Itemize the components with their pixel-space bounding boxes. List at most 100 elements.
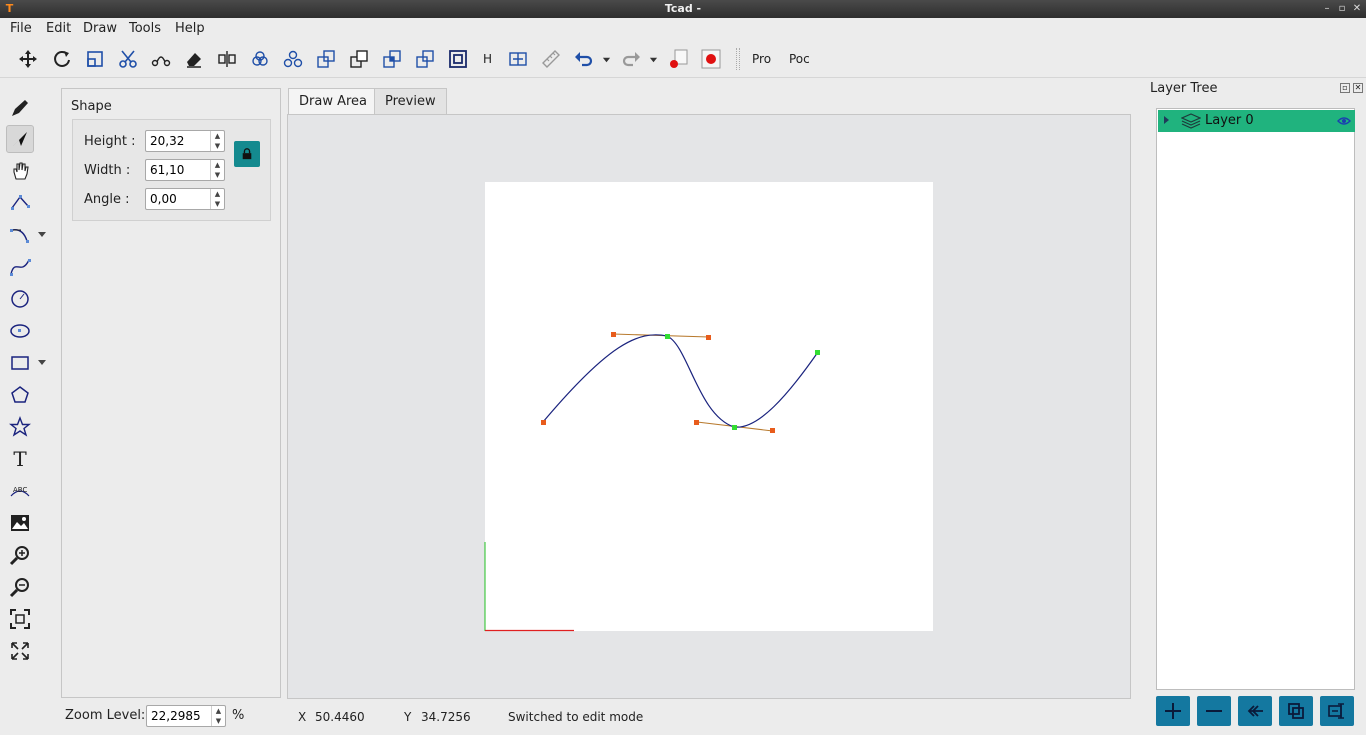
close-icon[interactable]: ✕ — [1351, 3, 1363, 15]
height-input[interactable] — [146, 131, 208, 151]
cut-path-button[interactable] — [115, 46, 141, 72]
offset-button[interactable] — [445, 46, 471, 72]
select-tool[interactable] — [6, 125, 34, 153]
redo-menu-button[interactable] — [645, 46, 661, 72]
zoom-level-input[interactable] — [147, 706, 209, 726]
control-node[interactable] — [706, 335, 711, 340]
undo-button[interactable] — [571, 46, 597, 72]
zoom-level-spinbox[interactable]: ▲▼ — [146, 705, 226, 727]
chevron-down-icon[interactable]: ▼ — [212, 716, 225, 726]
close-panel-icon[interactable]: ✕ — [1353, 83, 1363, 93]
bool-union-button[interactable] — [313, 46, 339, 72]
anchor-node[interactable] — [815, 350, 820, 355]
union-button[interactable] — [247, 46, 273, 72]
remove-layer-button[interactable] — [1197, 696, 1231, 726]
width-stepper[interactable]: ▲ ▼ — [210, 160, 224, 180]
angle-input[interactable] — [146, 189, 208, 209]
float-panel-icon[interactable]: ▫ — [1340, 83, 1350, 93]
menu-edit[interactable]: Edit — [46, 21, 71, 36]
menu-file[interactable]: File — [10, 21, 32, 36]
rectangle-tool[interactable] — [6, 349, 34, 377]
stroke-color-icon — [670, 49, 688, 68]
chevron-down-icon[interactable] — [38, 360, 46, 366]
draw-area-viewport[interactable] — [287, 114, 1131, 699]
zoom-stepper[interactable]: ▲ ▼ — [211, 706, 225, 726]
text-on-path-tool[interactable]: ABC — [6, 477, 34, 505]
undo-menu-button[interactable] — [598, 46, 614, 72]
control-node[interactable] — [770, 428, 775, 433]
redo-button[interactable] — [618, 46, 644, 72]
width-input[interactable] — [146, 160, 208, 180]
duplicate-layer-button[interactable] — [1279, 696, 1313, 726]
chevron-down-icon[interactable]: ▼ — [211, 141, 224, 151]
fullscreen-tool[interactable] — [6, 637, 34, 665]
chevron-up-icon[interactable]: ▲ — [211, 160, 224, 170]
angle-spinbox[interactable]: ▲▼ — [145, 188, 225, 210]
ellipse-tool[interactable] — [6, 317, 34, 345]
eraser-button[interactable] — [181, 46, 207, 72]
star-tool[interactable] — [6, 413, 34, 441]
bool-difference-button[interactable] — [346, 46, 372, 72]
polygon-tool[interactable] — [6, 381, 34, 409]
pen-tool[interactable] — [6, 94, 34, 122]
layer-properties-button[interactable] — [1320, 696, 1354, 726]
polyline-tool[interactable] — [6, 189, 34, 217]
expand-arrow-icon[interactable] — [1164, 116, 1169, 124]
add-layer-button[interactable] — [1156, 696, 1190, 726]
control-node[interactable] — [694, 420, 699, 425]
chevron-up-icon[interactable]: ▲ — [212, 706, 225, 716]
zoom-in-tool[interactable] — [6, 541, 34, 569]
chevron-down-icon[interactable] — [38, 232, 46, 238]
stroke-color-button[interactable] — [665, 46, 691, 72]
drawing-canvas[interactable] — [288, 115, 1130, 698]
eye-icon[interactable] — [1337, 116, 1351, 126]
chevron-up-icon[interactable]: ▲ — [211, 131, 224, 141]
bezier-tool[interactable] — [6, 221, 34, 249]
chevron-up-icon[interactable]: ▲ — [211, 189, 224, 199]
bool-exclude-button[interactable] — [412, 46, 438, 72]
menu-tools[interactable]: Tools — [129, 21, 161, 36]
measure-button[interactable] — [538, 46, 564, 72]
spline-tool[interactable] — [6, 253, 34, 281]
angle-stepper[interactable]: ▲ ▼ — [210, 189, 224, 209]
tab-preview[interactable]: Preview — [374, 88, 447, 114]
maximize-icon[interactable]: ▫ — [1336, 3, 1348, 15]
mirror-button[interactable] — [214, 46, 240, 72]
text-tool[interactable]: T — [6, 445, 34, 473]
bool-intersect-button[interactable] — [379, 46, 405, 72]
minimize-icon[interactable]: – — [1321, 3, 1333, 15]
chevron-down-icon[interactable]: ▼ — [211, 199, 224, 209]
move-tool-button[interactable] — [15, 46, 41, 72]
chevron-down-icon[interactable]: ▼ — [211, 170, 224, 180]
record-button[interactable] — [698, 46, 724, 72]
menu-draw[interactable]: Draw — [83, 21, 117, 36]
hand-tool[interactable] — [6, 157, 34, 185]
pro-button[interactable]: Pro — [752, 52, 771, 66]
y-coord-value: 34.7256 — [421, 710, 471, 724]
rotate-tool-button[interactable] — [49, 46, 75, 72]
width-spinbox[interactable]: ▲▼ — [145, 159, 225, 181]
menu-help[interactable]: Help — [175, 21, 205, 36]
zoom-fit-tool[interactable] — [6, 605, 34, 633]
node-edit-button[interactable] — [148, 46, 174, 72]
lock-ratio-button[interactable] — [234, 141, 260, 167]
group-button[interactable] — [280, 46, 306, 72]
image-tool[interactable] — [6, 509, 34, 537]
circle-tool[interactable] — [6, 285, 34, 313]
h-toggle-button[interactable]: H — [483, 52, 492, 66]
merge-layer-button[interactable] — [1238, 696, 1272, 726]
toolbar-grip[interactable] — [736, 48, 740, 70]
anchor-node[interactable] — [665, 334, 670, 339]
height-stepper[interactable]: ▲ ▼ — [210, 131, 224, 151]
anchor-node[interactable] — [732, 425, 737, 430]
align-button[interactable] — [505, 46, 531, 72]
scale-tool-button[interactable] — [82, 46, 108, 72]
control-node[interactable] — [611, 332, 616, 337]
lock-icon — [242, 148, 252, 160]
tab-draw-area[interactable]: Draw Area — [288, 88, 379, 115]
poc-button[interactable]: Poc — [789, 52, 810, 66]
zoom-out-tool[interactable] — [6, 573, 34, 601]
control-node[interactable] — [541, 420, 546, 425]
height-spinbox[interactable]: ▲▼ — [145, 130, 225, 152]
layer-row[interactable]: Layer 0 — [1158, 110, 1355, 132]
